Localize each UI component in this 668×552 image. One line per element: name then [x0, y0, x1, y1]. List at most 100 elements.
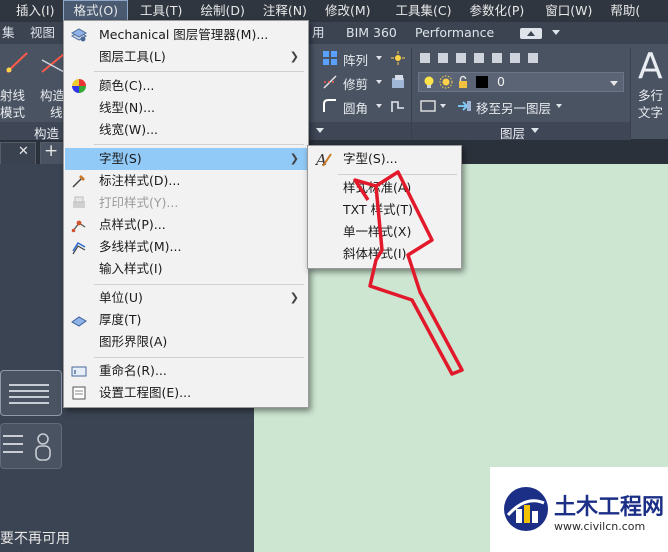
ray-icon [6, 52, 28, 73]
ribbon-tab-bim360[interactable]: BIM 360 [346, 22, 397, 44]
text-style-submenu: A 字型(S)... 样式标准(A) TXT 样式(T) 单一样式(X) 斜体样… [307, 145, 462, 269]
menu-item-label: 线宽(W)... [99, 122, 159, 137]
layer-properties-dropdown-icon[interactable] [440, 104, 446, 108]
ribbon-tab-collection[interactable]: 集 [2, 22, 15, 44]
fillet-button-label[interactable]: 圆角 [343, 98, 368, 117]
menu-item-label: 输入样式(I) [99, 261, 163, 276]
move-to-layer-dropdown-icon[interactable] [556, 104, 562, 108]
plus-icon: + [44, 141, 59, 161]
join-icon[interactable] [390, 98, 406, 114]
multiline-text-label-line2[interactable]: 文字 [638, 102, 663, 121]
menu-modify[interactable]: 修改(M) [316, 0, 380, 22]
color-wheel-icon [72, 79, 86, 93]
layer-manager-icon [71, 28, 87, 42]
submenu-arrow-icon: ❯ [289, 291, 299, 304]
array-button-label[interactable]: 阵列 [343, 50, 368, 69]
menu-help[interactable]: 帮助( [601, 0, 649, 22]
menu-item-dimension-style[interactable]: 标注样式(D)... [65, 170, 307, 192]
menu-item-text-style[interactable]: 字型(S) ❯ [65, 148, 307, 170]
menu-bar: 插入(I) 格式(O) 工具(T) 绘制(D) 注释(N) 修改(M) 工具集(… [0, 0, 668, 22]
submenu-item-label: 单一样式(X) [343, 224, 412, 239]
menu-item-thickness[interactable]: 厚度(T) [65, 309, 307, 331]
menu-item-point-style[interactable]: 点样式(P)... [65, 214, 307, 236]
menu-item-layer-tools[interactable]: 图层工具(L) ❯ [65, 46, 307, 68]
rename-icon [71, 366, 87, 377]
move-to-layer-label[interactable]: 移至另一图层 [476, 98, 551, 117]
block-icon[interactable] [390, 74, 406, 90]
trim-button-label[interactable]: 修剪 [343, 74, 368, 93]
menu-tools[interactable]: 工具(T) [128, 0, 191, 22]
menu-item-rename[interactable]: 重命名(R)... [65, 360, 307, 382]
menu-item-label: 打印样式(Y)... [99, 195, 179, 210]
menu-insert[interactable]: 插入(I) [0, 0, 63, 22]
modify-group-bar [309, 122, 411, 140]
submenu-item-label: 样式标准(A) [343, 180, 412, 195]
trim-dropdown-icon[interactable] [376, 80, 382, 84]
menu-item-linetype[interactable]: 线型(N)... [65, 97, 307, 119]
layout-card-list[interactable] [0, 370, 62, 416]
menu-item-label: 重命名(R)... [99, 363, 167, 378]
menu-item-drawing-limits[interactable]: 图形界限(A) [65, 331, 307, 353]
construct-label-line2[interactable]: 线 [50, 102, 63, 121]
ribbon-tab-apps[interactable]: 用 [312, 22, 325, 44]
array-dropdown-icon[interactable] [376, 56, 382, 60]
plot-style-icon [73, 196, 85, 208]
submenu-item-standard-style[interactable]: 样式标准(A) [309, 177, 460, 199]
dropdown-arrow-icon[interactable] [552, 30, 560, 35]
layout-card-user[interactable] [0, 423, 62, 469]
submenu-item-txt-style[interactable]: TXT 样式(T) [309, 199, 460, 221]
fillet-dropdown-icon[interactable] [376, 104, 382, 108]
point-style-icon [71, 220, 86, 233]
trim-icon [323, 75, 337, 89]
menu-item-plot-style[interactable]: 打印样式(Y)... [65, 192, 307, 214]
explode-icon[interactable] [390, 50, 406, 66]
modify-group-expand-icon[interactable] [316, 128, 324, 133]
layer-state-icons[interactable] [418, 50, 568, 66]
submenu-item-text-style-dialog[interactable]: A 字型(S)... [309, 148, 460, 170]
close-icon[interactable]: ✕ [18, 144, 29, 159]
menu-separator [94, 284, 304, 285]
menu-item-units[interactable]: 单位(U) ❯ [65, 287, 307, 309]
menu-annotate[interactable]: 注释(N) [254, 0, 316, 22]
layer-value: 0 [497, 74, 505, 89]
ribbon-tab-performance[interactable]: Performance [415, 22, 494, 44]
lock-icon [459, 75, 467, 88]
menu-separator [94, 357, 304, 358]
multiline-text-icon: A [638, 46, 663, 87]
move-to-layer-icon [458, 101, 471, 111]
menu-item-multiline-style[interactable]: 多线样式(M)... [65, 236, 307, 258]
menu-item-drawing-setup[interactable]: 设置工程图(E)... [65, 382, 307, 404]
watermark-title: 土木工程网 [554, 495, 665, 520]
submenu-item-single-style[interactable]: 单一样式(X) [309, 221, 460, 243]
ribbon-options-icon[interactable] [520, 28, 542, 39]
ray-label-line2[interactable]: 模式 [0, 102, 25, 121]
menu-item-color[interactable]: 颜色(C)... [65, 75, 307, 97]
menu-item-label: 图形界限(A) [99, 334, 168, 349]
layer-select[interactable]: 0 [418, 72, 624, 92]
user-icon [3, 433, 51, 461]
menu-item-label: 图层工具(L) [99, 49, 166, 64]
menu-draw[interactable]: 绘制(D) [191, 0, 253, 22]
menu-item-mechanical-layer-manager[interactable]: Mechanical 图层管理器(M)... [65, 24, 307, 46]
svg-text:A: A [315, 151, 327, 168]
menu-item-label: 点样式(P)... [99, 217, 166, 232]
submenu-arrow-icon: ❯ [289, 50, 299, 63]
submenu-item-label: 字型(S)... [343, 151, 398, 166]
menu-window[interactable]: 窗口(W) [533, 0, 601, 22]
ribbon-tab-view[interactable]: 视图 [30, 22, 55, 44]
submenu-item-italic-style[interactable]: 斜体样式(I) [309, 243, 460, 265]
menu-item-import-style[interactable]: 输入样式(I) [65, 258, 307, 280]
menu-item-label: 多线样式(M)... [99, 239, 182, 254]
dimension-style-icon [72, 175, 85, 188]
menu-item-lineweight[interactable]: 线宽(W)... [65, 119, 307, 141]
layer-dropdown-icon[interactable] [610, 81, 618, 86]
menu-toolsets[interactable]: 工具集(C) [379, 0, 460, 22]
menu-format[interactable]: 格式(O) [63, 0, 129, 22]
layer-group-expand-icon[interactable] [531, 128, 539, 133]
layer-properties-icon[interactable] [420, 98, 436, 114]
thickness-icon [71, 316, 87, 327]
footer-message: 要不再可用 [0, 531, 70, 547]
civilcn-logo-icon [504, 487, 548, 531]
menu-parametric[interactable]: 参数化(P) [460, 0, 533, 22]
ribbon-separator-2 [630, 48, 631, 140]
